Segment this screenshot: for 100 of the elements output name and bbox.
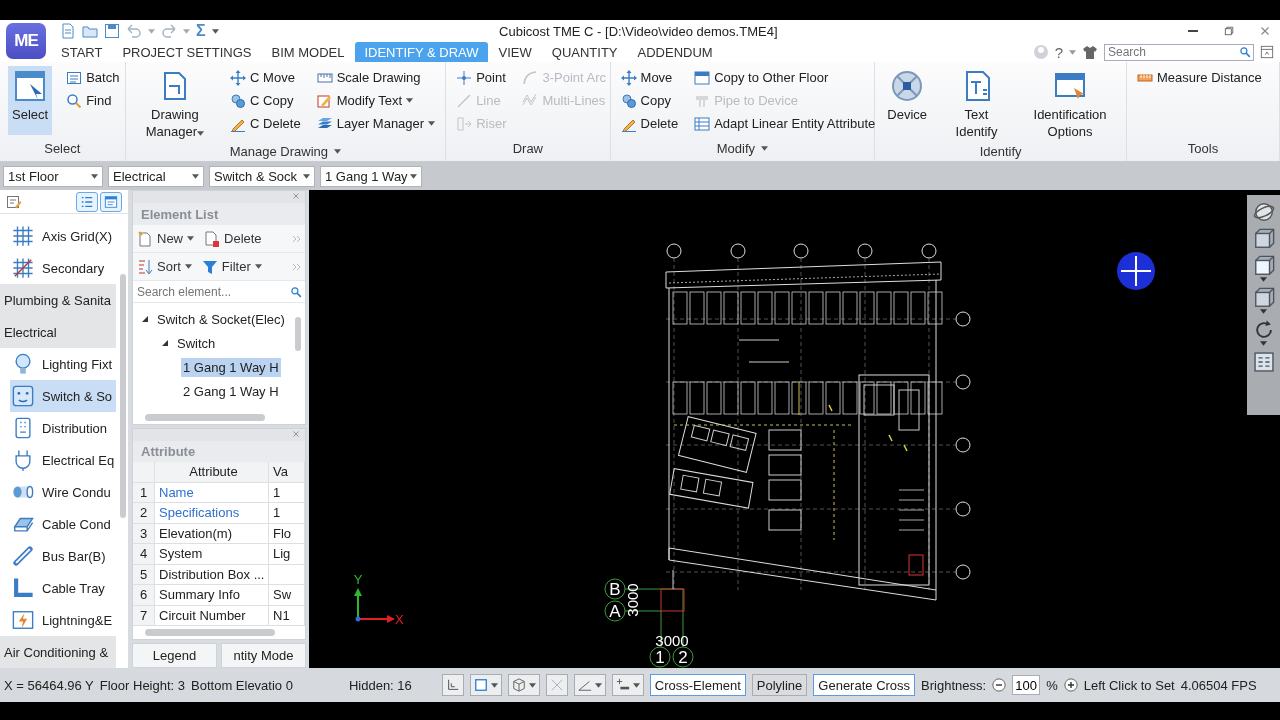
category-header[interactable]: Electrical [0,316,117,348]
increase-button[interactable] [1063,678,1078,692]
orbit-button[interactable] [1252,201,1275,223]
panel-tab[interactable]: ntity Mode [221,643,306,668]
component-item[interactable]: Lighting Fixt [10,348,117,380]
toolbar-button[interactable]: Delete [204,230,262,247]
selector-dropdown[interactable]: 1st Floor [3,165,103,187]
group-label: Tools [1187,140,1219,156]
ribbon-button[interactable]: Adapt Linear Entity Attribute [692,112,878,135]
sheet-button[interactable] [1252,351,1275,373]
category-header[interactable]: Air Conditioning & [0,636,117,668]
toolbar-button[interactable]: Sort [137,258,192,275]
selector-dropdown[interactable]: Switch & Sock [209,165,315,187]
menu-tab[interactable]: PROJECT SETTINGS [113,42,261,62]
toggle-button[interactable]: Polyline [751,674,808,696]
component-item[interactable]: Bus Bar(B) [10,540,117,572]
scrollbar[interactable] [120,274,127,518]
menu-tab[interactable]: BIM MODEL [262,42,354,62]
angle-dropdown[interactable] [573,674,606,696]
view-button[interactable] [1252,255,1275,282]
scrollbar[interactable] [295,317,301,351]
ribbon-button[interactable]: Scale Drawing [314,66,438,89]
category-header[interactable]: Plumbing & Sanita [0,284,117,316]
ribbon-button[interactable]: Move [618,66,681,89]
caret-icon [211,28,219,34]
tree-item[interactable]: 2 Gang 1 Way H [181,381,281,401]
ribbon-button[interactable]: Select [8,66,53,135]
insert-dropdown[interactable] [611,674,644,696]
component-item[interactable]: Wire Condu [10,476,117,508]
view-3d-button[interactable] [1252,228,1275,250]
cancel-button[interactable] [545,674,568,696]
component-item[interactable]: Axis Grid(X) [10,220,117,252]
ribbon-button[interactable]: Find [64,89,122,112]
caret-icon [428,121,436,126]
scrollbar[interactable] [145,629,275,636]
menu-tab[interactable]: ADDENDUM [628,42,722,62]
ribbon-button[interactable]: Text Identify [943,66,1010,142]
selector-dropdown[interactable]: Electrical [108,165,204,187]
tree-item[interactable]: Switch [175,333,218,353]
brightness-field[interactable]: 100 [1012,675,1041,695]
scrollbar[interactable] [145,414,265,421]
grid-label: A [609,602,621,621]
ribbon-button[interactable]: Modify Text [314,89,438,112]
circles-icon [620,92,637,109]
table-cell: Lig [269,544,305,565]
component-item[interactable]: Electrical Eq [10,444,117,476]
decrease-button[interactable] [992,678,1007,692]
panel-button[interactable] [1260,45,1274,59]
detail-view-button[interactable] [100,191,122,212]
ribbon-button[interactable]: Layer Manager [314,112,438,135]
ribbon-button[interactable]: Point [454,66,509,89]
tree-item[interactable]: 1 Gang 1 Way H [181,357,281,377]
component-item[interactable]: Lightning&E [10,604,117,636]
triangle-icon[interactable] [141,315,149,323]
app-logo[interactable]: ME [6,23,46,59]
component-item[interactable]: Switch & So [10,380,117,412]
view-button[interactable] [1252,287,1275,314]
ribbon-button[interactable]: Device [883,66,932,142]
new-button[interactable] [60,23,76,39]
panel-tab[interactable]: Legend [132,643,217,668]
menu-tab[interactable]: START [52,42,112,62]
ribbon-button[interactable]: C Copy [228,89,303,112]
ribbon-button[interactable]: Copy to Other Floor [692,66,878,89]
corner-icon [445,678,460,692]
save-button[interactable] [104,23,120,39]
snap-dropdown[interactable] [469,674,502,696]
view-dropdown[interactable] [507,674,540,696]
component-item[interactable]: Distribution [10,412,117,444]
selector-dropdown[interactable]: 1 Gang 1 Way [320,165,422,187]
delete-document-icon [204,230,220,247]
list-view-button[interactable] [76,191,98,212]
ribbon-button[interactable]: C Move [228,66,303,89]
restore-icon [1223,25,1235,37]
help-button[interactable]: ? [1054,43,1063,61]
ribbon-button[interactable]: Drawing Manager [133,66,217,142]
ribbon-button[interactable]: Batch [64,66,122,89]
ribbon-button[interactable]: Measure Distance [1135,66,1264,89]
open-button[interactable] [82,23,98,39]
plus-icon [1063,678,1078,692]
ortho-button[interactable] [441,674,464,696]
menu-tab[interactable]: QUANTITY [542,42,627,62]
toggle-button[interactable]: Cross-Element [649,674,746,696]
formula-button[interactable]: Σ [196,22,206,40]
table-cell: Specifications [155,503,269,524]
tree-item[interactable]: Switch & Socket(Elec) [155,309,287,329]
component-item[interactable]: Cable Tray [10,572,117,604]
ribbon-button[interactable]: Delete [618,112,681,135]
component-item[interactable]: Cable Cond [10,508,117,540]
ribbon-button[interactable]: C Delete [228,112,303,135]
ribbon-button[interactable]: Copy [618,89,681,112]
magnifier-icon [66,92,83,109]
search-field[interactable]: Search [1104,43,1254,61]
triangle-icon[interactable] [161,339,169,347]
toolbar-button[interactable]: Filter [201,258,262,275]
elbow-icon [12,577,34,599]
component-item[interactable]: Secondary [10,252,117,284]
ribbon-button[interactable]: Identification Options [1022,66,1118,142]
menu-tab[interactable]: VIEW [489,42,541,62]
toggle-button[interactable]: Generate Cross [813,674,916,696]
toolbar-button[interactable]: New [137,230,194,247]
